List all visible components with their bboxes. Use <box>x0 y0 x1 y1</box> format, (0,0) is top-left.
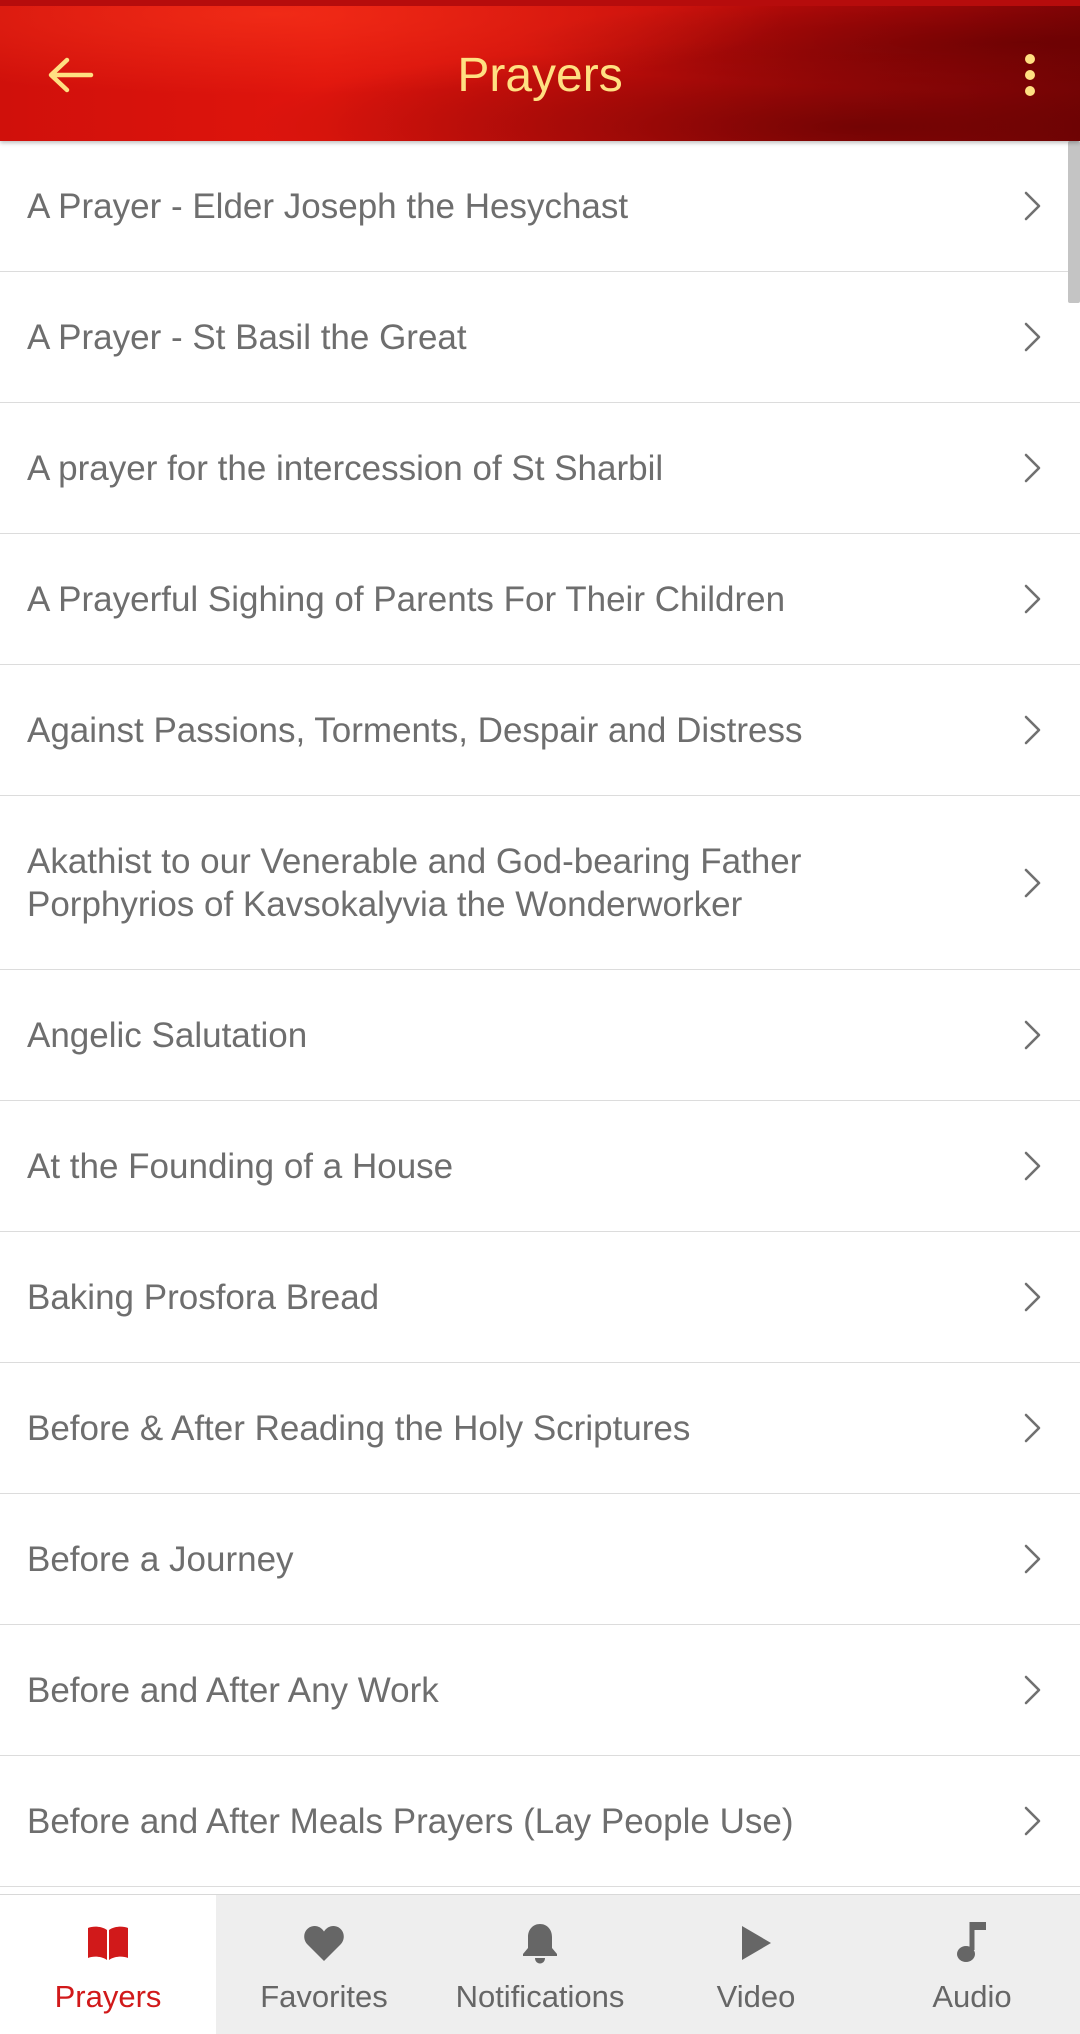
chevron-right-icon <box>1018 1277 1048 1317</box>
prayer-title: Before a Journey <box>27 1539 294 1579</box>
back-button[interactable] <box>30 35 110 115</box>
overflow-menu-button[interactable] <box>996 35 1064 115</box>
list-scrollbar[interactable] <box>1068 141 1080 303</box>
prayer-list-item[interactable]: A Prayer - St Basil the Great <box>0 272 1080 403</box>
nav-tab-audio[interactable]: Audio <box>864 1895 1080 2034</box>
nav-label: Audio <box>932 1979 1012 2014</box>
nav-label: Prayers <box>54 1979 162 2014</box>
nav-label: Favorites <box>260 1979 388 2014</box>
heart-icon <box>216 1915 432 1971</box>
chevron-right-icon <box>1018 186 1048 226</box>
prayers-screen: Prayers A Prayer - Elder Joseph the Hesy… <box>0 0 1080 2034</box>
prayer-title: Before & After Reading the Holy Scriptur… <box>27 1408 691 1448</box>
chevron-right-icon <box>1018 1408 1048 1448</box>
music-note-icon <box>864 1915 1080 1971</box>
play-icon <box>648 1915 864 1971</box>
prayer-title: A Prayerful Sighing of Parents For Their… <box>27 579 786 619</box>
prayer-list-item[interactable]: Before a Journey <box>0 1494 1080 1625</box>
nav-tab-notifications[interactable]: Notifications <box>432 1895 648 2034</box>
prayer-title: Before and After Any Work <box>27 1670 439 1710</box>
nav-tab-video[interactable]: Video <box>648 1895 864 2034</box>
chevron-right-icon <box>1018 1539 1048 1579</box>
prayer-list-item[interactable]: At the Founding of a House <box>0 1101 1080 1232</box>
nav-label: Video <box>716 1979 796 2014</box>
prayer-list-item[interactable]: A Prayerful Sighing of Parents For Their… <box>0 534 1080 665</box>
bottom-navigation: Prayers Favorites Notifications Video Au… <box>0 1894 1080 2034</box>
prayer-list-item[interactable]: Against Passions, Torments, Despair and … <box>0 665 1080 796</box>
prayer-list-item[interactable]: Akathist to our Venerable and God-bearin… <box>0 796 1080 970</box>
arrow-left-icon <box>48 57 94 93</box>
chevron-right-icon <box>1018 1146 1048 1186</box>
prayer-list-item[interactable]: Before & After Reading the Holy Scriptur… <box>0 1363 1080 1494</box>
nav-tab-prayers[interactable]: Prayers <box>0 1895 216 2034</box>
chevron-right-icon <box>1018 710 1048 750</box>
prayer-list-item[interactable]: Baking Prosfora Bread <box>0 1232 1080 1363</box>
prayer-title: Before and After Meals Prayers (Lay Peop… <box>27 1801 794 1841</box>
prayer-list-item[interactable]: Angelic Salutation <box>0 970 1080 1101</box>
more-vertical-icon <box>1025 54 1035 96</box>
book-icon <box>0 1915 216 1971</box>
chevron-right-icon <box>1018 579 1048 619</box>
status-strip <box>0 0 1080 6</box>
prayer-list-item[interactable]: Before and After Any Work <box>0 1625 1080 1756</box>
nav-label: Notifications <box>455 1979 625 2014</box>
prayer-title: Baking Prosfora Bread <box>27 1277 380 1317</box>
prayer-list-item[interactable]: A Prayer - Elder Joseph the Hesychast <box>0 141 1080 272</box>
prayer-title: Against Passions, Torments, Despair and … <box>27 710 803 750</box>
chevron-right-icon <box>1018 448 1048 488</box>
app-header: Prayers <box>0 0 1080 141</box>
page-title: Prayers <box>457 49 623 102</box>
prayer-title: Angelic Salutation <box>27 1015 308 1055</box>
prayer-title: A Prayer - St Basil the Great <box>27 317 467 357</box>
prayer-title: Akathist to our Venerable and God-bearin… <box>27 841 802 924</box>
nav-tab-favorites[interactable]: Favorites <box>216 1895 432 2034</box>
prayer-list-item[interactable]: Before and After Meals Prayers (Lay Peop… <box>0 1756 1080 1887</box>
chevron-right-icon <box>1018 1015 1048 1055</box>
prayer-title: A prayer for the intercession of St Shar… <box>27 448 664 488</box>
chevron-right-icon <box>1018 1801 1048 1841</box>
prayer-list-item[interactable]: A prayer for the intercession of St Shar… <box>0 403 1080 534</box>
chevron-right-icon <box>1018 317 1048 357</box>
prayer-title: At the Founding of a House <box>27 1146 454 1186</box>
prayer-list: A Prayer - Elder Joseph the Hesychast A … <box>0 141 1080 1894</box>
prayer-title: A Prayer - Elder Joseph the Hesychast <box>27 186 629 226</box>
chevron-right-icon <box>1018 1670 1048 1710</box>
chevron-right-icon <box>1018 863 1048 903</box>
bell-icon <box>432 1915 648 1971</box>
